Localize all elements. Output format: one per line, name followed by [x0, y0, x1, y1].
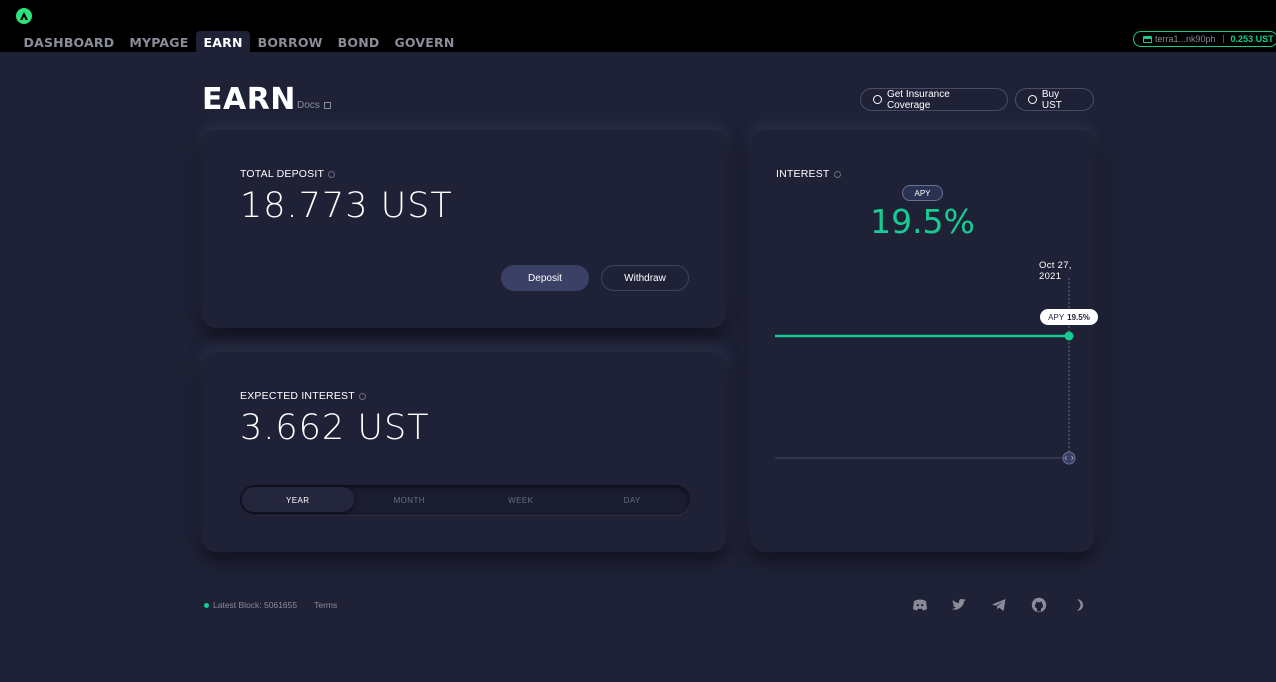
wallet-button[interactable]: terra1...nk90ph 0.253 UST: [1133, 31, 1276, 47]
expected-interest-value: 3.662 UST: [240, 408, 430, 448]
total-deposit-label: TOTAL DEPOSIT: [240, 168, 336, 180]
period-year[interactable]: YEAR: [242, 488, 354, 512]
page-title: EARN: [202, 82, 296, 117]
period-day[interactable]: DAY: [577, 488, 689, 512]
period-selector: YEAR MONTH WEEK DAY: [240, 485, 690, 515]
tooltip-value: 19.5%: [1067, 312, 1090, 322]
wallet-icon: [1143, 35, 1152, 43]
chart-tooltip: APY 19.5%: [1040, 309, 1098, 325]
expected-interest-label-text: EXPECTED INTEREST: [240, 390, 355, 402]
shield-icon: [873, 95, 882, 104]
github-icon[interactable]: [1031, 597, 1047, 613]
external-link-icon: [323, 102, 331, 109]
nav-mypage[interactable]: MYPAGE: [122, 31, 196, 52]
wallet-divider: [1222, 35, 1224, 43]
period-month[interactable]: MONTH: [354, 488, 466, 512]
nav-bond[interactable]: BOND: [330, 31, 387, 52]
total-deposit-card: TOTAL DEPOSIT 18.773 UST Deposit Withdra…: [202, 130, 726, 328]
tooltip-label: APY: [1048, 312, 1065, 322]
dollar-icon: [1028, 95, 1037, 104]
discord-icon[interactable]: [912, 597, 928, 613]
apy-point: [1064, 331, 1074, 341]
latest-block[interactable]: Latest Block: 5061655: [213, 600, 297, 610]
withdraw-button[interactable]: Withdraw: [601, 265, 689, 291]
top-header: DASHBOARD MYPAGE EARN BORROW BOND GOVERN…: [0, 0, 1276, 52]
total-deposit-label-text: TOTAL DEPOSIT: [240, 168, 325, 180]
insurance-label: Get Insurance Coverage: [886, 88, 950, 111]
period-week[interactable]: WEEK: [465, 488, 577, 512]
twitter-icon[interactable]: [951, 597, 967, 613]
wallet-balance: 0.253 UST: [1230, 34, 1274, 44]
main-nav: DASHBOARD MYPAGE EARN BORROW BOND GOVERN: [16, 31, 462, 52]
interest-card: INTEREST APY 19.5% Oct 27, 2021 APY 19.5…: [751, 130, 1098, 552]
chart-date: Oct 27, 2021: [1039, 260, 1072, 282]
block-status-dot: [204, 602, 209, 608]
apy-chart: [775, 278, 1076, 465]
info-icon[interactable]: [358, 392, 366, 400]
buy-ust-button[interactable]: Buy UST: [1015, 88, 1094, 111]
nav-govern[interactable]: GOVERN: [387, 31, 462, 52]
buy-ust-label: Buy UST: [1041, 88, 1062, 111]
anchor-logo-icon[interactable]: [16, 8, 32, 24]
nav-earn[interactable]: EARN: [196, 31, 251, 52]
nav-borrow[interactable]: BORROW: [250, 31, 330, 52]
terms-link[interactable]: Terms: [314, 600, 337, 610]
info-icon[interactable]: [328, 170, 336, 178]
expected-interest-card: EXPECTED INTEREST 3.662 UST YEAR MONTH W…: [202, 352, 726, 552]
docs-link[interactable]: Docs: [297, 100, 331, 111]
telegram-icon[interactable]: [991, 597, 1007, 613]
docs-label: Docs: [297, 100, 320, 111]
wallet-address: terra1...nk90ph: [1155, 34, 1216, 44]
total-deposit-value: 18.773 UST: [240, 186, 453, 226]
deposit-button[interactable]: Deposit: [501, 265, 589, 291]
footer-status: Latest Block: 5061655 Terms: [204, 600, 337, 610]
theme-toggle-icon[interactable]: [1071, 597, 1087, 613]
expected-interest-label: EXPECTED INTEREST: [240, 390, 366, 402]
nav-dashboard[interactable]: DASHBOARD: [16, 31, 122, 52]
insurance-button[interactable]: Get Insurance Coverage: [860, 88, 1008, 111]
